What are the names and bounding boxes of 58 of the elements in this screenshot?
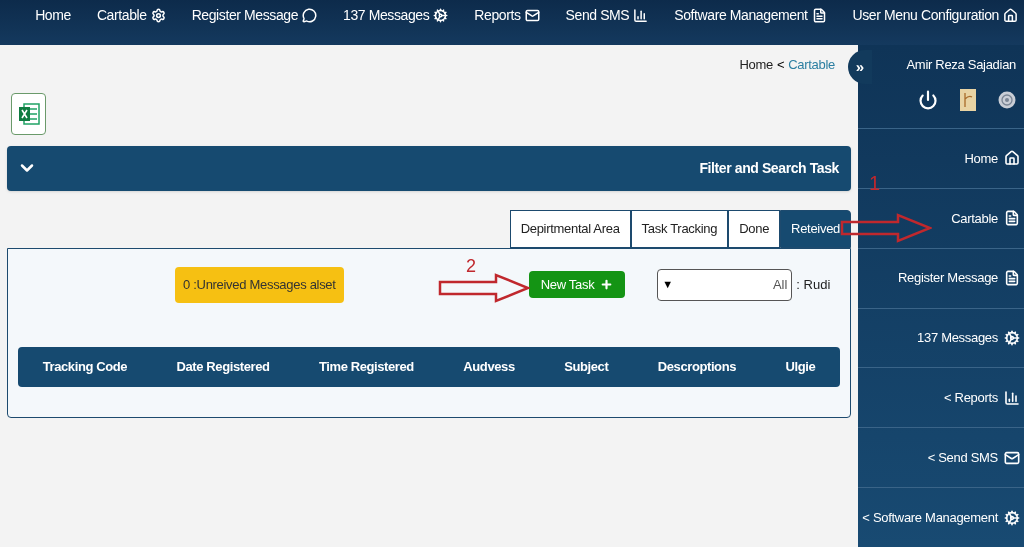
select-label: : Rudi [796,275,831,294]
nav-link[interactable]: Home [35,5,71,26]
sidebar-item[interactable]: < Software Management [862,507,1020,528]
mail-icon [524,8,540,23]
document-icon [1004,270,1020,287]
sidebar-item[interactable]: Home [964,148,1020,169]
power-icon[interactable] [918,89,938,110]
breadcrumb-link[interactable]: Home [739,55,773,75]
home-icon [1003,8,1018,23]
new-task-button[interactable]: New Task [528,271,626,298]
chart-icon [633,8,649,23]
breadcrumb-link[interactable]: Cartable [788,55,835,75]
tab[interactable]: Done [728,209,781,248]
select-field[interactable]: ▼ All [657,268,793,301]
spreadsheet-icon [17,101,40,126]
sidebar-item[interactable]: 137 Messages [917,328,1020,348]
plus-icon [600,278,614,291]
column-header: Tracking Code [42,357,128,376]
sidebar-item[interactable]: Cartable [951,208,1020,228]
tab[interactable]: Task Tracking [630,209,729,248]
sidebar-collapse-tab[interactable]: » [848,50,872,84]
scroll-icon[interactable] [960,88,976,111]
column-header: Audvess [463,357,515,376]
dropdown-arrow: ▼ [662,277,674,293]
mail-icon [1004,449,1020,466]
rosette-icon[interactable] [998,90,1016,109]
column-header: Descroptions [657,357,737,376]
breadcrumb-separator: < [776,56,785,74]
column-header: Subject [564,357,609,376]
nav-link[interactable]: User Menu Configuration [852,5,1018,26]
excel-export-button[interactable] [11,92,46,135]
nav-link[interactable]: Send SMS [565,5,649,26]
nav-link[interactable]: 137 Messages [343,5,449,26]
document-icon [811,8,827,23]
gear-icon [150,8,166,23]
filter-bar[interactable]: Filter and Search Task [7,145,851,191]
user-name: Amir Reza Sajadian [906,56,1016,74]
column-header: Time Registered [318,357,414,376]
chart-icon [1004,389,1020,406]
sidebar-item[interactable]: Register Message [898,268,1020,288]
sidebar-item[interactable]: < Reports [943,388,1020,408]
annotation-number: 1 [869,171,881,196]
nav-link[interactable]: Cartable [96,5,166,26]
select-value: All [772,275,788,294]
sidebar-item[interactable]: < Send SMS [927,447,1020,468]
nav-link[interactable]: Software Management [674,5,827,26]
nav-link[interactable]: Reports [474,5,540,26]
home-icon [1004,150,1020,167]
tab[interactable]: Reteived [780,209,851,248]
annotation-number: 2 [466,255,476,278]
chat-icon [302,8,318,23]
nav-link[interactable]: Register Message [191,5,318,26]
column-header: Date Registered [176,357,270,376]
column-header: Ulgie [785,357,816,376]
unread-messages-badge: 0 :Unreived Messages alset [175,266,344,303]
tab[interactable]: Depirtmental Area [509,209,631,248]
filter-title: Filter and Search Task [699,158,840,178]
document-icon [1004,210,1020,227]
